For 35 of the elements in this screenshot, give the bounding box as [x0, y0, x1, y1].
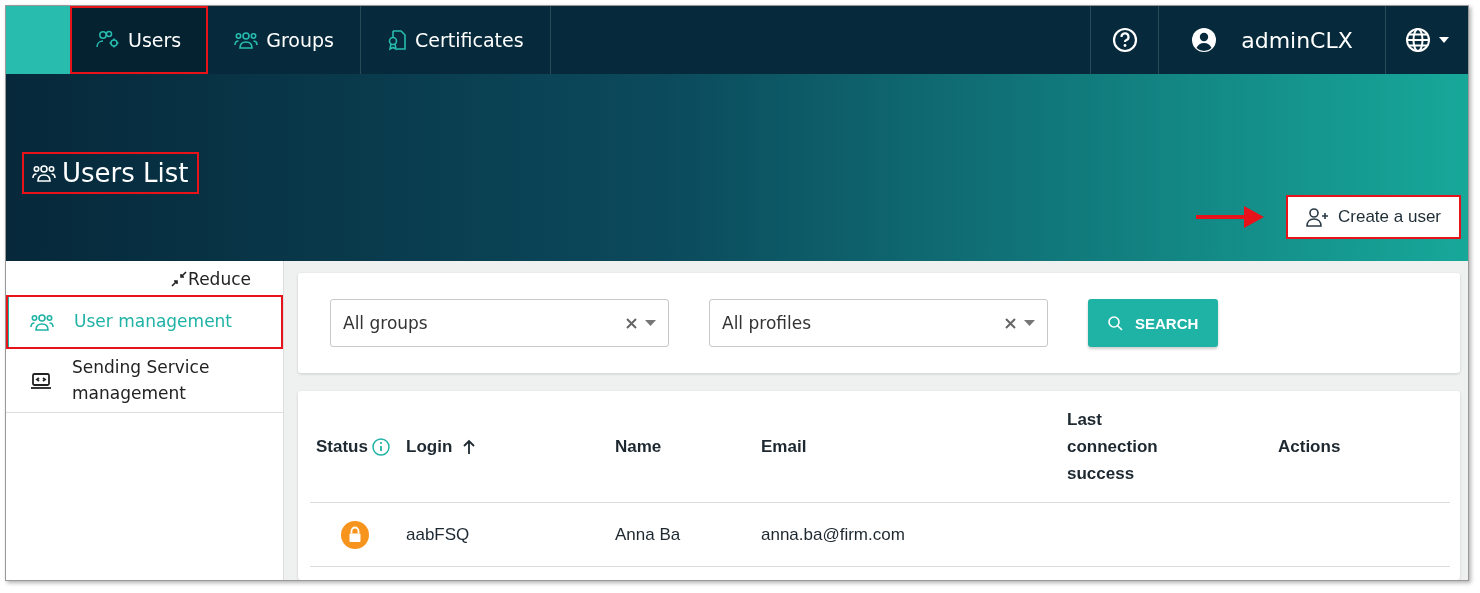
collapse-arrows-icon	[171, 271, 188, 287]
filter-dropdown[interactable]: All profiles	[709, 299, 1048, 347]
column-header: Login	[406, 435, 453, 458]
column-header: Status	[316, 435, 368, 458]
user-plus-icon	[1306, 207, 1330, 227]
logo-block	[6, 6, 70, 74]
laptop-icon	[30, 371, 52, 390]
search-icon	[1108, 315, 1123, 331]
sort-arrow-icon[interactable]	[462, 438, 477, 455]
info-icon[interactable]	[371, 437, 390, 456]
table-cell: aabFSQ	[406, 524, 470, 545]
column-header: Actions	[1278, 435, 1341, 458]
clear-icon[interactable]	[626, 317, 637, 329]
certificate-icon	[386, 29, 407, 51]
filter-dropdown[interactable]: All groups	[330, 299, 669, 347]
table-cell: Anna Ba	[615, 524, 681, 545]
caret-icon	[1439, 37, 1449, 43]
users-gear-icon	[96, 30, 120, 50]
globe-icon	[1405, 27, 1431, 53]
table-cell: anna.ba@firm.com	[761, 524, 905, 545]
column-header: Name	[615, 435, 662, 458]
group-icon	[32, 163, 56, 182]
user-avatar-icon	[1191, 27, 1218, 53]
group-icon	[234, 31, 259, 49]
caret-icon	[1024, 320, 1035, 326]
create-user-button[interactable]: Create a user	[1286, 195, 1461, 239]
caret-icon	[645, 320, 656, 326]
group-icon	[30, 312, 54, 331]
reduce-button[interactable]: Reduce	[171, 269, 251, 289]
page-title: Users List	[22, 151, 199, 194]
clear-icon[interactable]	[1005, 317, 1016, 329]
column-header: Email	[761, 435, 807, 458]
column-header: Last connection success	[1067, 408, 1159, 486]
help-icon[interactable]	[1111, 27, 1138, 53]
nav-tab[interactable]: Users	[70, 6, 209, 74]
